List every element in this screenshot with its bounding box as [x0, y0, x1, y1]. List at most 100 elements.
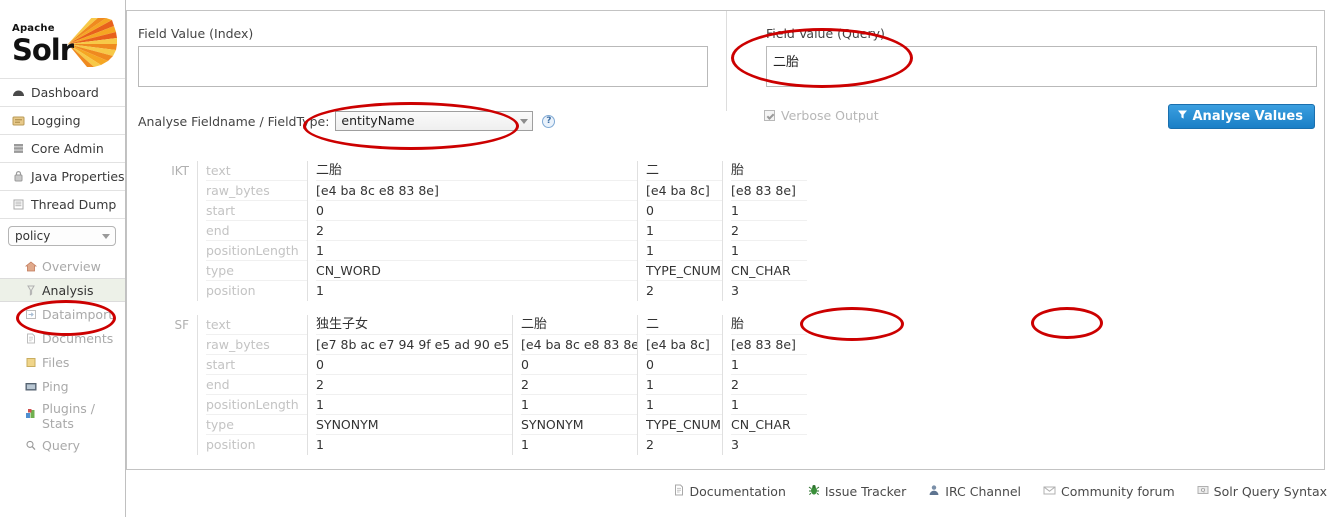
token-column[interactable]: 二 [e4 ba 8c] 0 1 1 TYPE_CNUM 2 [637, 315, 722, 455]
attribute-key: position [206, 283, 256, 298]
token-position: 3 [731, 283, 739, 298]
thread-dump-icon [10, 199, 26, 210]
token-positionLength: 1 [731, 395, 807, 415]
analyzer-stage-label: IKT [171, 164, 189, 178]
verbose-output-toggle[interactable]: Verbose Output [764, 108, 879, 123]
token-column[interactable]: 胎 [e8 83 8e] 1 2 1 CN_CHAR 3 [722, 315, 807, 455]
sidebar-item-label: Analysis [42, 282, 94, 298]
chat-icon [928, 484, 940, 499]
token-raw_bytes: [e4 ba 8c] [646, 181, 722, 201]
token-text: 二胎 [316, 161, 637, 181]
verbose-output-checkbox[interactable] [764, 110, 775, 121]
token-column[interactable]: 二胎 [e4 ba 8c e8 83 8e] 0 2 1 CN_WORD 1 [307, 161, 637, 301]
token-end: 2 [521, 375, 637, 395]
sidebar-item-analysis[interactable]: Analysis [0, 278, 125, 302]
footer-link-issue-tracker[interactable]: Issue Tracker [808, 484, 906, 499]
logo-solr-text: Solr [12, 33, 74, 67]
sidebar-item-label: Files [42, 354, 70, 370]
token-end: 2 [731, 375, 807, 395]
sidebar-item-label: Thread Dump [31, 197, 117, 212]
token-column[interactable]: 二胎 [e4 ba 8c e8 83 8e] 0 2 1 SYNONYM 1 [512, 315, 637, 455]
footer-link-community-forum[interactable]: Community forum [1043, 484, 1175, 499]
sidebar-item-dataimport[interactable]: Dataimport [0, 302, 125, 326]
sidebar-item-label: Core Admin [31, 141, 104, 156]
token-column[interactable]: 二 [e4 ba 8c] 0 1 1 TYPE_CNUM 2 [637, 161, 722, 301]
ping-icon [24, 381, 38, 392]
sidebar-item-logging[interactable]: Logging [0, 107, 125, 135]
token-start: 0 [521, 355, 637, 375]
index-field-input[interactable] [138, 46, 708, 87]
analysis-row: SF text raw_bytes start end positionLength typ… [127, 315, 1326, 455]
token-start: 0 [646, 201, 722, 221]
footer-link-solr-query-syntax[interactable]: Q Solr Query Syntax [1197, 484, 1327, 499]
token-position: 2 [646, 437, 654, 452]
sidebar-item-label: Overview [42, 258, 101, 274]
sidebar-item-files[interactable]: Files [0, 350, 125, 374]
sidebar-item-core-admin[interactable]: Core Admin [0, 135, 125, 163]
sidebar-item-thread-dump[interactable]: Thread Dump [0, 191, 125, 219]
solr-logo-text: Apache Solr [12, 24, 74, 67]
token-positionLength: 1 [646, 395, 722, 415]
footer-link-irc-channel[interactable]: IRC Channel [928, 484, 1021, 499]
solr-logo[interactable]: Apache Solr [0, 0, 125, 78]
attribute-key: type [206, 415, 307, 435]
dashboard-icon [10, 87, 26, 98]
sidebar-item-overview[interactable]: Overview [0, 254, 125, 278]
fieldtype-select[interactable]: entityName [335, 111, 534, 131]
token-type: CN_CHAR [731, 261, 807, 281]
token-raw_bytes: [e4 ba 8c e8 83 8e] [521, 335, 637, 355]
token-text: 二胎 [521, 315, 637, 335]
token-raw_bytes: [e8 83 8e] [731, 335, 807, 355]
token-type: CN_WORD [316, 261, 637, 281]
token-raw_bytes: [e4 ba 8c e8 83 8e] [316, 181, 637, 201]
attribute-key-column: text raw_bytes start end positionLength type p… [197, 315, 307, 455]
overview-icon [24, 261, 38, 272]
sidebar-item-ping[interactable]: Ping [0, 374, 125, 398]
help-question-icon[interactable]: ? [542, 114, 556, 128]
sidebar-item-label: Dataimport [42, 306, 114, 322]
dataimport-icon [24, 309, 38, 320]
token-end: 2 [316, 221, 637, 241]
sidebar-item-query[interactable]: Query [0, 433, 125, 457]
sidebar-item-plugins-stats[interactable]: Plugins / Stats [0, 398, 125, 433]
sidebar-item-dashboard[interactable]: Dashboard [0, 79, 125, 107]
attribute-key: position [206, 437, 256, 452]
sidebar-item-label: Java Properties [31, 169, 125, 184]
core-admin-icon [10, 143, 26, 154]
index-field-group: Field Value (Index) [138, 27, 708, 90]
sidebar-item-documents[interactable]: Documents [0, 326, 125, 350]
sidebar-item-label: Documents [42, 330, 114, 346]
token-positionLength: 1 [646, 241, 722, 261]
main-content: Field Value (Index) Field Value (Query) … [126, 10, 1325, 470]
footer-link-label: Community forum [1061, 483, 1175, 499]
sidebar-item-label: Dashboard [31, 85, 99, 100]
analyzer-stage-label: SF [174, 318, 189, 332]
java-properties-icon [10, 171, 26, 182]
token-end: 2 [731, 221, 807, 241]
analysis-icon [24, 285, 38, 296]
solr-admin-page: Apache Solr Dashboard Logging Core Admin… [0, 0, 1331, 517]
token-column[interactable]: 独生子女[e7 8b ac e7 94 9f e5 ad 90 e5 a5 b3… [307, 315, 512, 455]
analyse-fieldname-row: Analyse Fieldname / FieldType: entityNam… [138, 111, 556, 131]
query-field-label: Field Value (Query) [766, 26, 885, 41]
token-text: 胎 [731, 161, 807, 181]
plugins-stats-icon [24, 408, 38, 419]
analyse-values-button[interactable]: Analyse Values [1167, 104, 1315, 129]
footer: Documentation Issue Tracker IRC Channel … [126, 471, 1331, 511]
filter-funnel-icon [1177, 109, 1188, 124]
token-raw_bytes: [e4 ba 8c] [646, 335, 722, 355]
core-selector[interactable]: policy [8, 226, 116, 246]
token-positionLength: 1 [731, 241, 807, 261]
analysis-form: Field Value (Index) Field Value (Query) … [127, 11, 1324, 136]
svg-text:Q: Q [1200, 487, 1205, 493]
query-field-input[interactable] [766, 46, 1317, 87]
core-nav: Overview Analysis Dataimport Documents F… [0, 254, 125, 457]
footer-link-documentation[interactable]: Documentation [673, 484, 786, 499]
token-positionLength: 1 [316, 241, 637, 261]
token-start: 1 [731, 201, 807, 221]
sidebar-item-java-properties[interactable]: Java Properties [0, 163, 125, 191]
footer-link-label: Issue Tracker [824, 483, 907, 499]
token-column[interactable]: 胎 [e8 83 8e] 1 2 1 CN_CHAR 3 [722, 161, 807, 301]
sidebar-item-label: Ping [42, 378, 69, 394]
token-text: 独生子女 [316, 315, 512, 335]
